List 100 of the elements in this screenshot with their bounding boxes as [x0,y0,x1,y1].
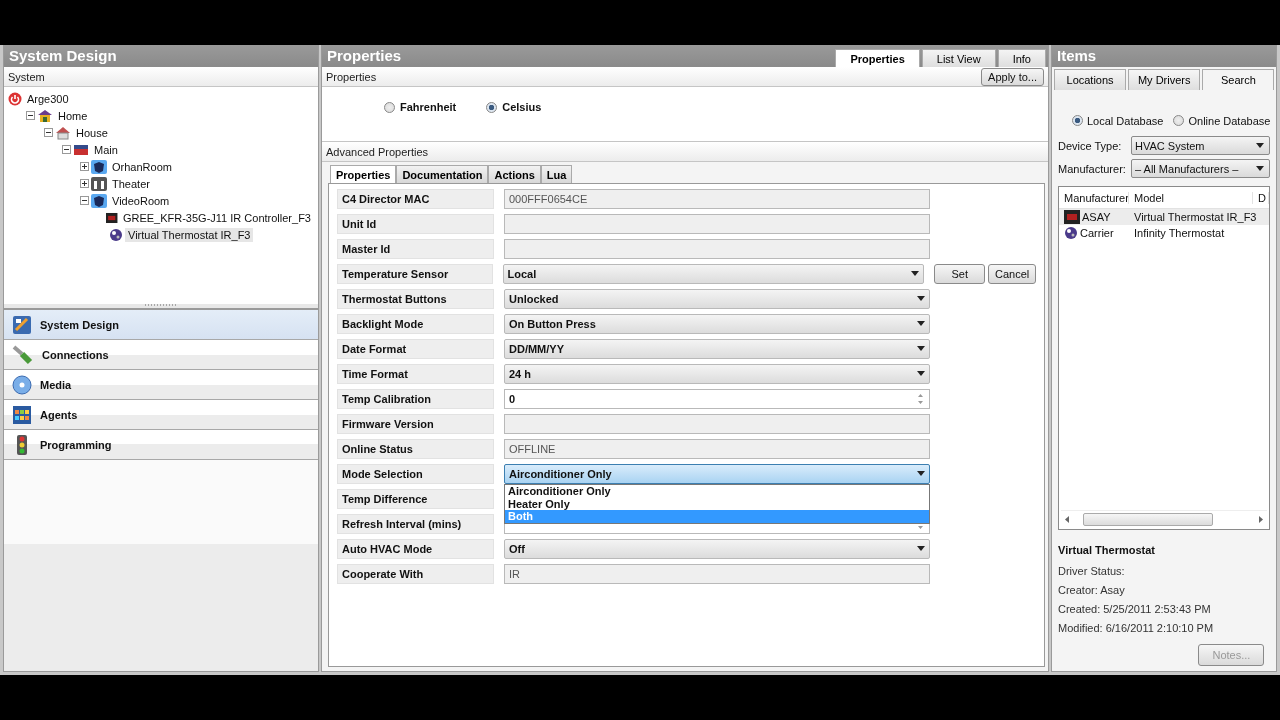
properties-tab[interactable]: Properties [330,165,397,183]
items-tab[interactable]: Search [1202,69,1275,90]
tree-item[interactable]: Main [91,142,121,157]
caret-icon [917,471,925,476]
properties-tab[interactable]: Documentation [396,165,489,183]
splitter-grip-icon[interactable] [144,304,178,307]
source-radio[interactable]: Online Database [1173,107,1271,134]
disc-icon [12,374,32,395]
caret-icon [917,296,925,301]
unit-radio[interactable]: Fahrenheit [384,101,457,113]
table-cell: ASAY [1059,210,1129,224]
readonly-field[interactable]: IR [504,563,930,584]
scroll-left-icon[interactable] [1065,515,1069,523]
view-tab[interactable]: List View [921,49,996,67]
properties-tab[interactable]: Actions [488,165,541,183]
house-icon [55,125,71,140]
collapse-icon[interactable] [62,145,71,154]
nav-item[interactable]: Agents [4,400,318,430]
tree-item[interactable]: Arge300 [24,91,72,106]
property-label: Temp Difference [337,488,494,509]
cancel-button[interactable]: Cancel [988,263,1036,284]
view-tab[interactable]: Properties [835,49,920,67]
property-label: Date Format [337,338,494,359]
expand-icon[interactable] [80,162,89,171]
radio-icon[interactable] [384,101,395,113]
floor-icon [73,142,89,157]
spinner-icon[interactable] [916,391,925,406]
readonly-field[interactable]: 000FFF0654CE [504,188,930,209]
room-icon [91,193,107,208]
caret-icon [1256,166,1265,171]
tree-item[interactable]: Home [55,108,91,123]
dropdown-field[interactable]: DD/MM/YY [504,338,930,359]
thermostat-icon [109,227,123,242]
readonly-field[interactable] [504,238,930,259]
tree-item[interactable]: House [73,125,111,140]
tree-item[interactable]: Theater [109,176,153,191]
property-label: Thermostat Buttons [337,288,494,309]
dropdown-field[interactable]: Off [504,538,930,559]
collapse-icon[interactable] [44,128,53,137]
column-header[interactable]: D [1253,191,1270,204]
caret-icon [917,321,925,326]
apply-button[interactable]: Apply to... [981,67,1044,86]
nav-item[interactable]: Media [4,370,318,400]
source-radio[interactable]: Local Database [1072,107,1164,134]
collapse-icon[interactable] [26,111,35,120]
column-header[interactable]: Model [1129,191,1253,204]
dropdown-field[interactable]: On Button Press [504,313,930,334]
readonly-field[interactable]: OFFLINE [504,438,930,459]
tree-item[interactable]: VideoRoom [109,193,173,208]
dropdown-field[interactable]: 24 h [504,363,930,384]
property-label: Cooperate With [337,563,494,584]
tree-item[interactable]: Virtual Thermostat IR_F3 [125,227,254,242]
nav-item[interactable]: Connections [4,340,318,370]
readonly-field[interactable] [504,213,930,234]
driver-detail: Modified: 6/16/2011 2:10:10 PM [1058,621,1215,636]
property-label: Auto HVAC Mode [337,538,494,559]
number-field[interactable]: 0 [504,388,930,409]
column-header[interactable]: Manufacturer [1059,191,1129,204]
dropdown-field[interactable]: Local [502,263,925,284]
items-tab[interactable]: My Drivers [1128,69,1201,90]
driver-row[interactable]: Carrier Infinity Thermostat [1059,225,1270,241]
readonly-field[interactable] [504,413,930,434]
nav-item[interactable]: System Design [4,310,318,340]
thermostat-icon [1064,226,1078,240]
set-button[interactable]: Set [934,263,985,284]
dropdown-option[interactable]: Airconditioner Only [505,485,929,498]
field-label: Device Type: [1058,139,1123,152]
panel-title: Properties [327,46,402,66]
nav-item[interactable]: Programming [4,430,318,460]
scroll-right-icon[interactable] [1259,515,1264,523]
table-cell-text: Infinity Thermostat [1133,227,1226,239]
items-tab[interactable]: Locations [1054,69,1127,90]
plug-icon [12,344,34,365]
dropdown-field[interactable]: Airconditioner Only [504,463,930,484]
tree-item[interactable]: GREE_KFR-35G-J11 IR Controller_F3 [119,210,314,225]
property-label: Online Status [337,438,494,459]
theater-icon [91,176,107,191]
radio-icon[interactable] [486,101,498,113]
collapse-icon[interactable] [80,196,89,205]
dropdown-field[interactable]: Unlocked [504,288,930,309]
table-cell: Carrier [1059,226,1129,240]
radio-icon[interactable] [1173,115,1185,126]
device-type-dropdown[interactable]: HVAC System [1131,136,1271,155]
dropdown-option[interactable]: Heater Only [505,497,929,510]
section-title: Advanced Properties [326,145,429,158]
unit-radio[interactable]: Celsius [486,101,542,113]
tree-item[interactable]: OrhanRoom [109,159,175,174]
scrollbar-thumb[interactable] [1083,512,1213,526]
property-label: Mode Selection [337,463,494,484]
design-icon [12,314,32,335]
home-icon [37,108,53,123]
view-tab[interactable]: Info [997,49,1046,67]
table-cell-text: Virtual Thermostat IR_F3 [1133,211,1258,223]
manufacturer-dropdown[interactable]: – All Manufacturers – [1131,159,1271,178]
property-label: Temp Calibration [337,388,494,409]
driver-row[interactable]: ASAY Virtual Thermostat IR_F3 [1059,209,1270,225]
radio-icon[interactable] [1072,115,1083,126]
expand-icon[interactable] [80,179,89,188]
driver-title: Virtual Thermostat [1058,544,1156,556]
properties-tab[interactable]: Lua [540,165,573,183]
